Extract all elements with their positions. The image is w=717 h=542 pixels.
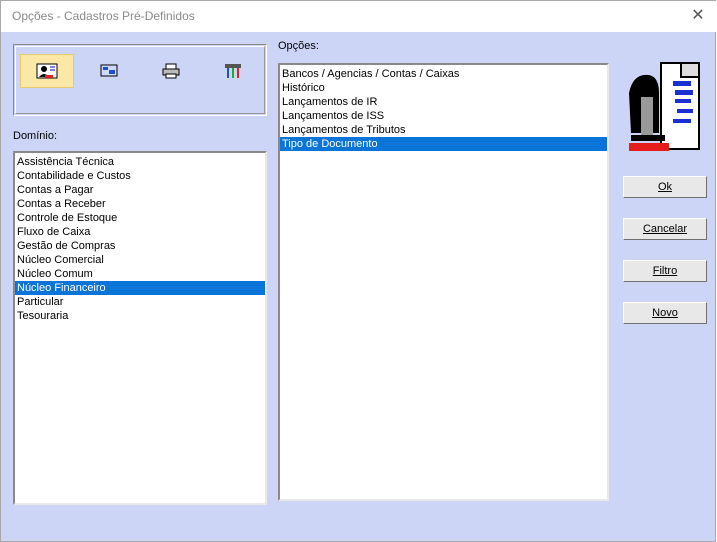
user-card-button[interactable] [20,54,74,88]
opcoes-listbox[interactable]: Bancos / Agencias / Contas / Caixas Histó… [278,63,609,501]
dialog-window: Opções - Cadastros Pré-Definidos ✕ Domín… [0,0,716,542]
dominio-listbox[interactable]: Assistência Técnica Contabilidade e Custo… [13,151,267,505]
list-item[interactable]: Núcleo Comercial [15,253,265,267]
list-item[interactable]: Assistência Técnica [15,155,265,169]
list-item[interactable]: Contabilidade e Custos [15,169,265,183]
dominio-label: Domínio: [13,130,58,142]
novo-button[interactable]: Novo [623,302,707,324]
list-item[interactable]: Tipo de Documento [280,137,607,151]
printer-button[interactable] [144,54,198,88]
opcoes-items: Bancos / Agencias / Contas / Caixas Histó… [280,65,607,151]
list-item[interactable]: Lançamentos de Tributos [280,123,607,137]
list-item[interactable]: Fluxo de Caixa [15,225,265,239]
list-item[interactable]: Núcleo Financeiro [15,281,265,295]
tools-icon [225,64,241,78]
window-title: Opções - Cadastros Pré-Definidos [12,9,195,23]
list-item[interactable]: Particular [15,295,265,309]
opcoes-label: Opções: [278,40,319,52]
list-item[interactable]: Bancos / Agencias / Contas / Caixas [280,67,607,81]
list-item[interactable]: Gestão de Compras [15,239,265,253]
ok-button[interactable]: Ok [623,176,707,198]
list-item[interactable]: Lançamentos de ISS [280,109,607,123]
close-icon[interactable]: ✕ [687,5,709,27]
tools-button[interactable] [206,54,260,88]
list-item[interactable]: Tesouraria [15,309,265,323]
title-bar: Opções - Cadastros Pré-Definidos ✕ [1,1,716,32]
list-item[interactable]: Contas a Pagar [15,183,265,197]
toolbar-inner [15,46,265,114]
screen-icon [100,64,118,77]
printer-icon [162,63,180,79]
user-card-icon [36,63,58,79]
list-item[interactable]: Contas a Receber [15,197,265,211]
cancelar-button[interactable]: Cancelar [623,218,707,240]
list-item[interactable]: Histórico [280,81,607,95]
screen-button[interactable] [82,54,136,88]
filtro-button[interactable]: Filtro [623,260,707,282]
toolbar-panel [13,44,267,116]
list-item[interactable]: Núcleo Comum [15,267,265,281]
document-user-icon [629,62,700,151]
list-item[interactable]: Lançamentos de IR [280,95,607,109]
dominio-items: Assistência Técnica Contabilidade e Custo… [15,153,265,323]
list-item[interactable]: Controle de Estoque [15,211,265,225]
